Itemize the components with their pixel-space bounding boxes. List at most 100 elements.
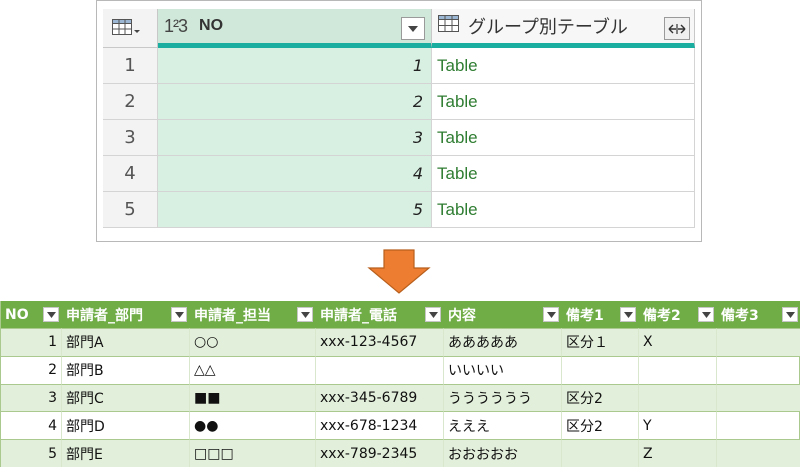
chevron-down-icon — [623, 311, 633, 318]
row-number[interactable]: 3 — [103, 120, 158, 156]
table-cell[interactable]: xxx-345-6789 — [316, 383, 444, 412]
expand-column-button[interactable] — [664, 17, 690, 40]
header-label: 申請者_電話 — [320, 307, 397, 324]
filter-button[interactable] — [620, 307, 636, 322]
header-label: 備考2 — [643, 307, 681, 324]
table-cell[interactable]: 1 — [1, 328, 62, 356]
table-cell[interactable] — [316, 355, 444, 384]
table-cell[interactable] — [717, 383, 800, 412]
chevron-down-icon — [701, 311, 711, 318]
chevron-down-icon — [408, 25, 418, 32]
table-cell[interactable]: おおおおお — [444, 439, 562, 467]
column-header-group-table[interactable]: グループ別テーブル — [432, 9, 695, 48]
table-cell[interactable]: 区分１ — [562, 328, 639, 356]
table-cell[interactable] — [639, 355, 717, 384]
table-cell[interactable]: 2 — [1, 355, 62, 384]
chevron-down-icon — [785, 311, 795, 318]
table-cell[interactable]: ○○ — [190, 328, 316, 356]
table-cell[interactable]: 部門B — [62, 355, 190, 384]
header-person: 申請者_担当 — [190, 301, 316, 328]
table-cell[interactable]: xxx-123-4567 — [316, 328, 444, 356]
cell-no[interactable]: 5 — [158, 192, 432, 228]
table-cell[interactable] — [717, 439, 800, 467]
header-note3: 備考3 — [717, 301, 800, 328]
table-cell[interactable]: あああああ — [444, 328, 562, 356]
header-phone: 申請者_電話 — [316, 301, 444, 328]
table-cell[interactable]: 5 — [1, 439, 62, 467]
filter-button[interactable] — [43, 307, 59, 322]
row-number[interactable]: 1 — [103, 48, 158, 84]
row-number[interactable]: 2 — [103, 84, 158, 120]
table-cell[interactable]: 部門E — [62, 439, 190, 467]
filter-button[interactable] — [297, 307, 313, 322]
filter-button[interactable] — [698, 307, 714, 322]
column-header-no[interactable]: 1²3 NO — [158, 9, 432, 48]
header-label: 内容 — [448, 307, 476, 324]
table-cell[interactable]: えええ — [444, 411, 562, 440]
table-cell[interactable]: うううううう — [444, 383, 562, 412]
filter-dropdown-button[interactable] — [401, 17, 425, 40]
table-cell[interactable] — [562, 355, 639, 384]
table-cell[interactable]: X — [639, 328, 717, 356]
header-label: 申請者_部門 — [66, 307, 143, 324]
cell-table-link[interactable]: Table — [432, 192, 695, 228]
column-title-no: NO — [199, 17, 224, 34]
table-cell[interactable]: xxx-789-2345 — [316, 439, 444, 467]
row-number[interactable]: 5 — [103, 192, 158, 228]
column-title-group-table: グループ別テーブル — [468, 17, 628, 38]
table-cell[interactable]: 4 — [1, 411, 62, 440]
table-cell[interactable]: ■■ — [190, 383, 316, 412]
table-cell[interactable] — [717, 411, 800, 439]
header-no: NO — [1, 301, 62, 328]
table-cell[interactable] — [639, 383, 717, 412]
query-grid: 1²3 NO グループ別テーブル 1 1 Table 2 2 Table 3 3… — [103, 9, 695, 235]
filter-button[interactable] — [782, 307, 798, 322]
header-note2: 備考2 — [639, 301, 717, 328]
header-label: 備考1 — [566, 307, 604, 324]
table-cell[interactable] — [717, 355, 800, 384]
chevron-down-icon — [300, 311, 310, 318]
table-cell[interactable]: 部門C — [62, 383, 190, 412]
filter-button[interactable] — [543, 307, 559, 322]
cell-table-link[interactable]: Table — [432, 156, 695, 192]
header-label: 備考3 — [721, 307, 759, 324]
header-note1: 備考1 — [562, 301, 639, 328]
table-cell[interactable]: xxx-678-1234 — [316, 411, 444, 440]
chevron-down-icon — [428, 311, 438, 318]
table-cell[interactable]: 区分2 — [562, 383, 639, 412]
cell-table-link[interactable]: Table — [432, 48, 695, 84]
table-cell[interactable]: ●● — [190, 411, 316, 440]
table-cell[interactable] — [562, 439, 639, 467]
cell-no[interactable]: 4 — [158, 156, 432, 192]
table-cell[interactable]: 3 — [1, 383, 62, 412]
cell-no[interactable]: 3 — [158, 120, 432, 156]
cell-no[interactable]: 2 — [158, 84, 432, 120]
filter-button[interactable] — [171, 307, 187, 322]
header-department: 申請者_部門 — [62, 301, 190, 328]
header-label: 申請者_担当 — [194, 307, 271, 324]
number-type-icon[interactable]: 1²3 — [164, 16, 188, 37]
table-cell[interactable]: 区分2 — [562, 411, 639, 440]
table-type-icon — [438, 15, 460, 37]
table-menu-icon[interactable] — [112, 19, 142, 41]
table-cell[interactable] — [717, 328, 800, 356]
cell-no[interactable]: 1 — [158, 48, 432, 84]
chevron-down-icon — [546, 311, 556, 318]
chevron-down-icon — [174, 311, 184, 318]
cell-table-link[interactable]: Table — [432, 84, 695, 120]
table-cell[interactable]: 部門D — [62, 411, 190, 440]
table-cell[interactable]: いいいい — [444, 355, 562, 384]
row-number[interactable]: 4 — [103, 156, 158, 192]
table-cell[interactable]: Z — [639, 439, 717, 467]
filter-button[interactable] — [425, 307, 441, 322]
down-arrow-icon — [367, 249, 431, 294]
table-cell[interactable]: □□□ — [190, 439, 316, 467]
table-menu-header[interactable] — [103, 9, 158, 48]
table-cell[interactable]: △△ — [190, 355, 316, 384]
table-cell[interactable]: 部門A — [62, 328, 190, 356]
table-cell[interactable]: Y — [639, 411, 717, 440]
expand-icon — [668, 23, 686, 34]
cell-table-link[interactable]: Table — [432, 120, 695, 156]
header-content: 内容 — [444, 301, 562, 328]
header-label: NO — [5, 306, 29, 323]
